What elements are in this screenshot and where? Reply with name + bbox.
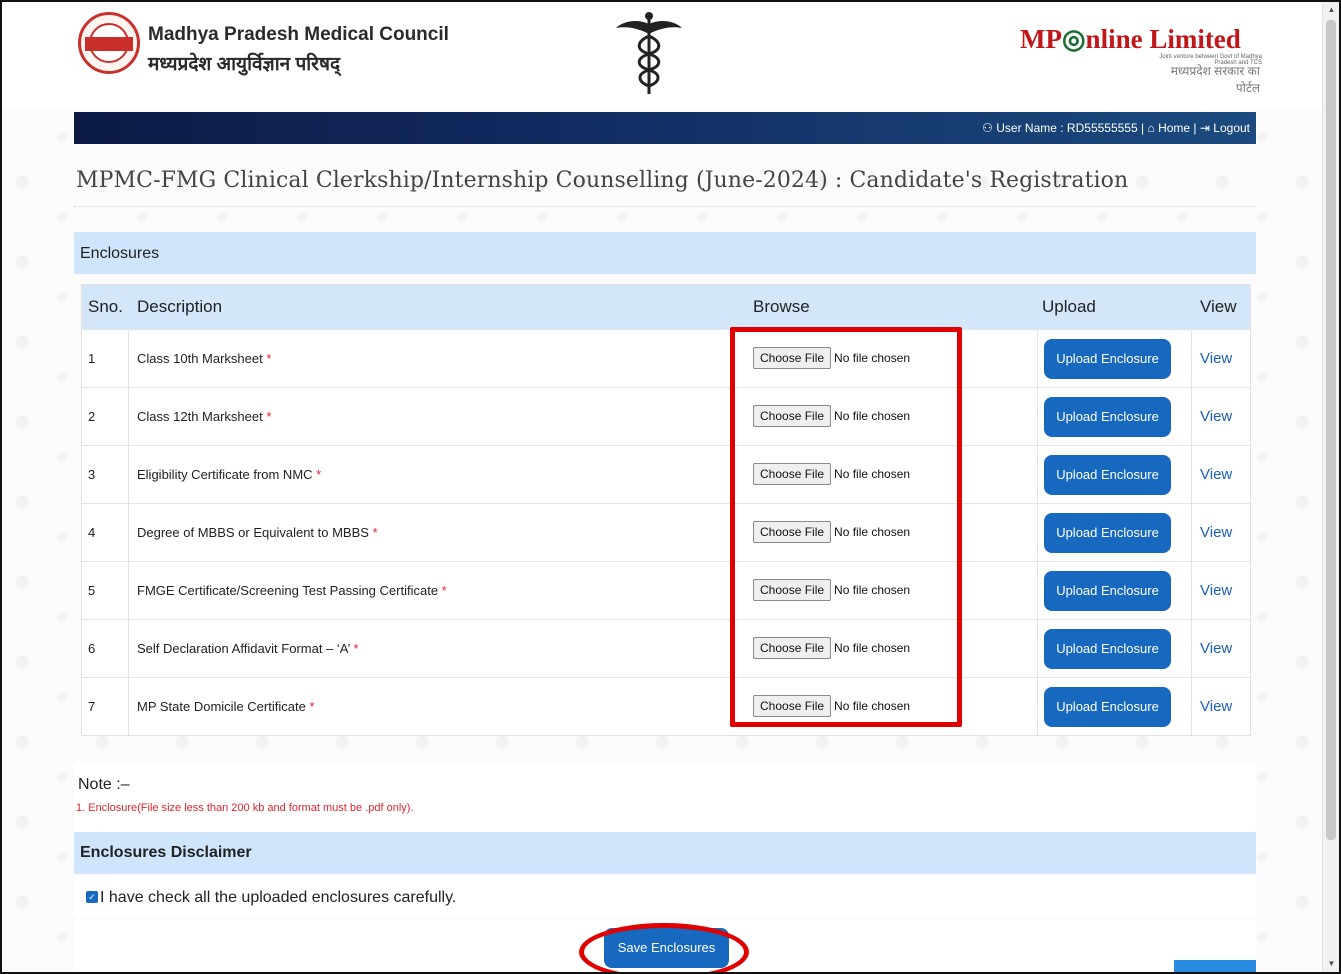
top-navbar: ⚇ User Name : RD55555555 | ⌂ Home | ⇥ Lo… <box>74 112 1256 144</box>
row-description: Degree of MBBS or Equivalent to MBBS * <box>137 525 378 540</box>
nav-separator: | <box>1193 121 1197 135</box>
table-header-row: Sno. Description Browse Upload View <box>82 285 1250 329</box>
row-sno: 7 <box>88 699 96 714</box>
row-description-text: Class 10th Marksheet <box>137 351 263 366</box>
required-mark: * <box>441 583 447 598</box>
view-link[interactable]: View <box>1200 350 1232 367</box>
required-mark: * <box>309 699 315 714</box>
table-row: 3 Eligibility Certificate from NMC * Cho… <box>82 445 1250 503</box>
site-header: Madhya Pradesh Medical Council मध्यप्रदे… <box>2 2 1324 110</box>
enclosures-table: Sno. Description Browse Upload View 1 Cl… <box>81 284 1251 736</box>
org-name-hi: मध्यप्रदेश आयुर्विज्ञान परिषद् <box>148 54 341 75</box>
title-divider <box>74 206 1256 207</box>
column-header-browse: Browse <box>753 297 810 316</box>
disclaimer-text: I have check all the uploaded enclosures… <box>100 889 457 906</box>
mpmc-logo-mark <box>85 37 133 51</box>
enclosures-header: Enclosures <box>74 232 1256 274</box>
org-name-en: Madhya Pradesh Medical Council <box>148 24 449 45</box>
view-link[interactable]: View <box>1200 698 1232 715</box>
logout-icon[interactable]: ⇥ <box>1200 121 1210 135</box>
disclaimer-header: Enclosures Disclaimer <box>74 832 1256 874</box>
row-description: Eligibility Certificate from NMC * <box>137 467 321 482</box>
page-title: MPMC-FMG Clinical Clerkship/Internship C… <box>76 168 1129 193</box>
mponline-tagline-hi: मध्यप्रदेश सरकार का पोर्टल <box>1170 64 1260 95</box>
row-description: Class 12th Marksheet * <box>137 409 271 424</box>
row-description-text: FMGE Certificate/Screening Test Passing … <box>137 583 439 598</box>
table-row: 7 MP State Domicile Certificate * Choose… <box>82 677 1250 735</box>
column-header-upload: Upload <box>1042 297 1096 316</box>
save-button-highlight <box>579 923 749 972</box>
row-description: Class 10th Marksheet * <box>137 351 271 366</box>
view-link[interactable]: View <box>1200 640 1232 657</box>
row-description: MP State Domicile Certificate * <box>137 699 315 714</box>
column-header-view: View <box>1200 297 1237 316</box>
table-row: 5 FMGE Certificate/Screening Test Passin… <box>82 561 1250 619</box>
row-description: Self Declaration Affidavit Format – ‘A’ … <box>137 641 359 656</box>
logout-link[interactable]: Logout <box>1213 121 1250 135</box>
row-description-text: Eligibility Certificate from NMC <box>137 467 313 482</box>
navbar-user-links: ⚇ User Name : RD55555555 | ⌂ Home | ⇥ Lo… <box>982 121 1250 135</box>
enclosures-title: Enclosures <box>80 245 160 262</box>
mponline-logo-rest: nline Limited <box>1085 24 1241 54</box>
row-description-text: Self Declaration Affidavit Format – ‘A’ <box>137 641 350 656</box>
user-name-label: User Name : RD55555555 <box>996 121 1138 135</box>
disclaimer-checkbox[interactable]: ✓ <box>86 891 98 903</box>
table-row: 6 Self Declaration Affidavit Format – ‘A… <box>82 619 1250 677</box>
note-text: 1. Enclosure(File size less than 200 kb … <box>76 802 414 814</box>
table-row: 1 Class 10th Marksheet * Choose File No f… <box>82 329 1250 387</box>
row-sno: 2 <box>88 409 96 424</box>
required-mark: * <box>372 525 378 540</box>
row-sno: 4 <box>88 525 96 540</box>
row-sno: 1 <box>88 351 96 366</box>
scroll-top-button[interactable] <box>1174 960 1256 972</box>
row-sno: 5 <box>88 583 96 598</box>
home-icon[interactable]: ⌂ <box>1147 121 1154 135</box>
scroll-down-icon[interactable]: ▼ <box>1323 956 1339 972</box>
view-link[interactable]: View <box>1200 466 1232 483</box>
upload-enclosure-button[interactable]: Upload Enclosure <box>1044 571 1171 611</box>
browse-column-highlight <box>730 327 962 727</box>
row-sno: 3 <box>88 467 96 482</box>
row-description-text: Degree of MBBS or Equivalent to MBBS <box>137 525 369 540</box>
upload-enclosure-button[interactable]: Upload Enclosure <box>1044 339 1171 379</box>
upload-enclosure-button[interactable]: Upload Enclosure <box>1044 687 1171 727</box>
mponline-logo[interactable]: MP◎nline Limited <box>1020 24 1241 55</box>
user-icon: ⚇ <box>982 121 993 135</box>
required-mark: * <box>266 409 272 424</box>
mponline-logo-o-icon: ◎ <box>1061 24 1086 54</box>
upload-enclosure-button[interactable]: Upload Enclosure <box>1044 513 1171 553</box>
upload-enclosure-button[interactable]: Upload Enclosure <box>1044 397 1171 437</box>
required-mark: * <box>266 351 272 366</box>
table-row: 4 Degree of MBBS or Equivalent to MBBS *… <box>82 503 1250 561</box>
disclaimer-title: Enclosures Disclaimer <box>80 844 252 861</box>
row-description: FMGE Certificate/Screening Test Passing … <box>137 583 447 598</box>
table-row: 2 Class 12th Marksheet * Choose File No f… <box>82 387 1250 445</box>
mponline-logo-mp: MP <box>1020 24 1062 54</box>
required-mark: * <box>353 641 359 656</box>
disclaimer-row: ✓ I have check all the uploaded enclosur… <box>74 876 1256 918</box>
row-description-text: Class 12th Marksheet <box>137 409 263 424</box>
note-box: Note :– 1. Enclosure(File size less than… <box>74 762 1256 832</box>
view-link[interactable]: View <box>1200 408 1232 425</box>
mpmc-logo[interactable] <box>78 12 140 74</box>
required-mark: * <box>316 467 322 482</box>
home-link[interactable]: Home <box>1158 121 1190 135</box>
column-header-description: Description <box>137 297 223 316</box>
page-frame: Madhya Pradesh Medical Council मध्यप्रदे… <box>0 0 1341 974</box>
nav-separator: | <box>1141 121 1145 135</box>
scroll-up-icon[interactable]: ▲ <box>1323 2 1339 18</box>
note-label: Note :– <box>78 776 130 793</box>
view-link[interactable]: View <box>1200 524 1232 541</box>
row-description-text: MP State Domicile Certificate <box>137 699 306 714</box>
page-scrollbar[interactable]: ▲ ▼ <box>1322 2 1339 972</box>
upload-enclosure-button[interactable]: Upload Enclosure <box>1044 455 1171 495</box>
scrollbar-thumb[interactable] <box>1326 20 1336 840</box>
column-header-sno: Sno. <box>88 297 123 316</box>
caduceus-icon <box>616 12 682 94</box>
upload-enclosure-button[interactable]: Upload Enclosure <box>1044 629 1171 669</box>
view-link[interactable]: View <box>1200 582 1232 599</box>
row-sno: 6 <box>88 641 96 656</box>
